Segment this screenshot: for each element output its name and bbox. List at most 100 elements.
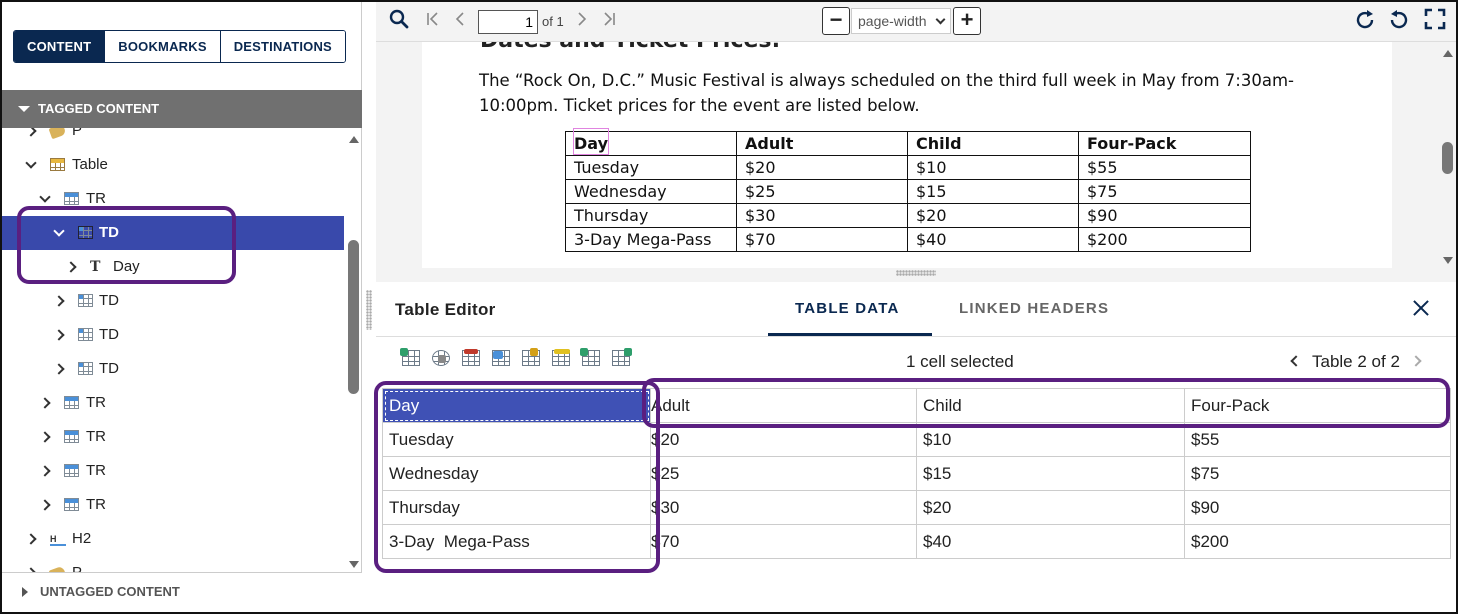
previous-table-icon[interactable] (1290, 355, 1302, 367)
tree-node-tr[interactable]: TR (2, 182, 344, 216)
tree-node-label: TD (99, 360, 119, 377)
tree-node-td[interactable]: TD (2, 284, 344, 318)
grid-cell[interactable]: Thursday (382, 490, 651, 525)
tree-node-td[interactable]: TD (2, 352, 344, 386)
fullscreen-icon[interactable] (1422, 8, 1448, 36)
expand-chevron-icon[interactable] (52, 284, 66, 318)
untagged-content-header[interactable]: UNTAGGED CONTENT (2, 572, 362, 610)
doc-cell: $200 (1078, 227, 1251, 252)
caret-right-icon (22, 587, 28, 597)
rotate-clockwise-icon[interactable] (1352, 8, 1378, 36)
document-paragraph: The “Rock On, D.C.” Music Festival is al… (479, 71, 1294, 115)
zoom-out-button[interactable]: − (822, 7, 850, 35)
zoom-in-button[interactable]: + (953, 7, 981, 35)
table-position: Table 2 of 2 (1312, 352, 1400, 371)
tab-table-data[interactable]: TABLE DATA (795, 300, 899, 317)
zoom-value: page-width (858, 13, 927, 29)
expand-chevron-icon[interactable] (38, 420, 52, 454)
grid-cell[interactable]: Four-Pack (1184, 388, 1451, 423)
expand-chevron-icon[interactable] (52, 318, 66, 352)
grid-cell[interactable]: Tuesday (382, 422, 651, 457)
insert-column-icon[interactable] (400, 348, 424, 370)
set-header-icon[interactable] (550, 348, 574, 370)
grid-cell[interactable]: $30 (650, 490, 917, 525)
table-cell-icon (78, 294, 93, 308)
scroll-up-arrow-icon[interactable] (1443, 50, 1453, 57)
document-viewer[interactable]: Dates and Ticket Prices: The “Rock On, D… (376, 42, 1456, 268)
expand-chevron-icon[interactable] (38, 488, 52, 522)
expand-chevron-icon[interactable] (64, 250, 78, 284)
grid-cell-selected[interactable]: Day (382, 388, 651, 423)
zoom-select[interactable]: page-width (851, 8, 951, 34)
collapse-chevron-icon[interactable] (52, 216, 66, 250)
last-page-icon[interactable] (598, 8, 620, 36)
grid-cell[interactable]: $25 (650, 456, 917, 491)
tree-node-td[interactable]: TD (2, 318, 344, 352)
header-scope-icon[interactable] (460, 348, 484, 370)
tree-node-table[interactable]: Table (2, 148, 344, 182)
grid-cell[interactable]: $90 (1184, 490, 1451, 525)
panel-resize-handle[interactable] (366, 290, 372, 330)
scroll-thumb[interactable] (348, 240, 359, 394)
merge-cells-icon[interactable] (490, 348, 514, 370)
insert-row-icon[interactable] (580, 348, 604, 370)
tree-scrollbar[interactable] (346, 128, 362, 572)
grid-cell[interactable]: Adult (650, 388, 917, 423)
scroll-down-arrow-icon[interactable] (1443, 257, 1453, 264)
first-page-icon[interactable] (422, 8, 444, 36)
tab-linked-headers[interactable]: LINKED HEADERS (959, 300, 1109, 317)
editor-resize-handle[interactable] (896, 270, 936, 276)
tree-node-day[interactable]: T Day (2, 250, 344, 284)
doc-cell: $10 (907, 155, 1079, 180)
tab-content[interactable]: CONTENT (14, 31, 105, 62)
tagged-content-header[interactable]: TAGGED CONTENT (2, 90, 362, 128)
expand-chevron-icon[interactable] (24, 128, 38, 148)
doc-cell: Wednesday (565, 179, 737, 204)
search-icon[interactable] (386, 8, 412, 36)
document-heading: Dates and Ticket Prices: (480, 42, 780, 53)
collapse-chevron-icon[interactable] (38, 182, 52, 216)
grid-cell[interactable]: Wednesday (382, 456, 651, 491)
next-page-icon[interactable] (572, 8, 592, 36)
grid-cell[interactable]: 3-Day Mega-Pass (382, 524, 651, 559)
doc-cell: Tuesday (565, 155, 737, 180)
grid-cell[interactable]: $20 (650, 422, 917, 457)
split-cells-icon[interactable] (520, 348, 544, 370)
scroll-up-arrow-icon[interactable] (349, 136, 359, 143)
scroll-down-arrow-icon[interactable] (349, 561, 359, 568)
tree-node-tr[interactable]: TR (2, 420, 344, 454)
expand-chevron-icon[interactable] (38, 454, 52, 488)
page-number-input[interactable] (478, 10, 538, 34)
rotate-counterclockwise-icon[interactable] (1386, 8, 1412, 36)
expand-chevron-icon[interactable] (38, 386, 52, 420)
close-icon[interactable] (1409, 296, 1433, 320)
tree-node-p[interactable]: P (2, 128, 344, 148)
grid-cell[interactable]: Child (916, 388, 1185, 423)
scroll-thumb[interactable] (1442, 142, 1453, 174)
tree-node-h2[interactable]: H H2 (2, 522, 344, 556)
tree-node-tr[interactable]: TR (2, 488, 344, 522)
expand-chevron-icon[interactable] (52, 352, 66, 386)
tree-node-p[interactable]: P (2, 556, 344, 572)
grid-cell[interactable]: $70 (650, 524, 917, 559)
grid-cell[interactable]: $40 (916, 524, 1185, 559)
cell-properties-icon[interactable] (430, 348, 454, 370)
viewer-scrollbar[interactable] (1440, 42, 1456, 268)
tab-bookmarks[interactable]: BOOKMARKS (104, 31, 220, 62)
collapse-chevron-icon[interactable] (24, 148, 38, 182)
previous-page-icon[interactable] (450, 8, 470, 36)
add-table-icon[interactable] (610, 348, 634, 370)
grid-cell[interactable]: $200 (1184, 524, 1451, 559)
tree-node-tr[interactable]: TR (2, 454, 344, 488)
grid-cell[interactable]: $10 (916, 422, 1185, 457)
tree-node-tr[interactable]: TR (2, 386, 344, 420)
tab-destinations[interactable]: DESTINATIONS (219, 31, 345, 62)
grid-cell[interactable]: $20 (916, 490, 1185, 525)
expand-chevron-icon[interactable] (24, 556, 38, 572)
expand-chevron-icon[interactable] (24, 522, 38, 556)
next-table-icon[interactable] (1410, 355, 1422, 367)
grid-cell[interactable]: $15 (916, 456, 1185, 491)
grid-cell[interactable]: $55 (1184, 422, 1451, 457)
tree-node-td-selected[interactable]: TD (2, 216, 344, 250)
grid-cell[interactable]: $75 (1184, 456, 1451, 491)
